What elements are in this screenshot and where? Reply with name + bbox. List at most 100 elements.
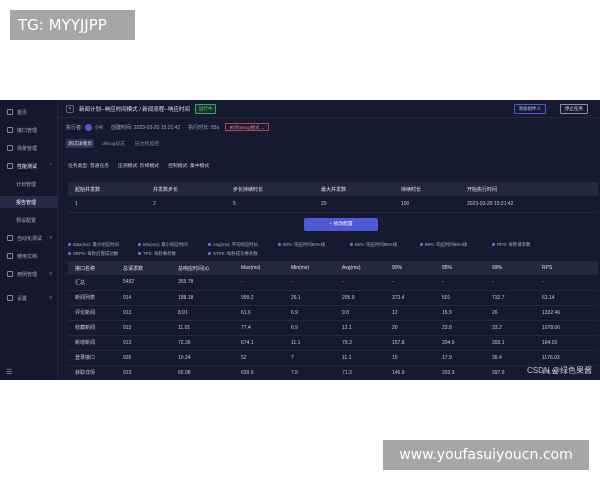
table-cell: 8.91 <box>171 305 234 321</box>
table-cell: 新闻列表 <box>68 290 116 306</box>
table-cell: 913 <box>116 320 171 336</box>
table-cell: 11.1 <box>284 335 335 351</box>
legend-text: TPS: 每秒事务数 <box>143 251 176 256</box>
executor-name: 小R <box>94 124 104 131</box>
bullet-icon <box>208 243 211 247</box>
legend-text: 95%: 响应时间95%线 <box>355 242 397 247</box>
table-cell: 11.01 <box>171 320 234 336</box>
case-icon <box>7 271 13 277</box>
header-bar: < 新闻计划--响应时间模式 / 新闻流程--响应时间 运行中 添加组件人 停止… <box>58 100 600 118</box>
legend-item: 99%: 响应时间99%线 <box>420 242 467 248</box>
table-cell: - <box>535 275 598 291</box>
table-cell: 639.9 <box>234 365 284 380</box>
control-mode: 控制模式: 集中模式 <box>168 164 210 169</box>
table-cell: 913 <box>116 365 171 380</box>
table-cell: 登录接口 <box>68 350 116 366</box>
page: TG: MYYJJPP 首页 接口管理 场景管理 性能测试 ^ 计划管理 报告管… <box>0 0 600 480</box>
table-row: 新闻列表 914 188.18 999.2 26.1 205.9 373.4 501 732.7… <box>68 290 598 306</box>
table-cell: 61.6 <box>234 305 284 321</box>
tg-badge: TG: MYYJJPP <box>10 10 135 40</box>
sidebar-subitem-plan[interactable]: 计划管理 <box>0 178 58 190</box>
tab-debug-log[interactable]: debug日志 <box>100 139 127 148</box>
sidebar-item-scene[interactable]: 场景管理 <box>0 142 58 154</box>
sidebar-item-api[interactable]: 接口管理 <box>0 124 58 136</box>
created-time: 创建时间: 2023-03-20 15:21:42 <box>111 124 181 131</box>
url-badge: www.youfasuiyoucn.com <box>383 440 589 470</box>
column-header: 接口名称 <box>68 261 116 275</box>
table-header-row: 起始并发数 并发数步长 步长持续时长 最大并发数 持续时长 开始执行时间 <box>68 182 598 196</box>
metrics-legend: Max(ms): 最大响应时间 Min(ms): 最小响应时间 Avg(ms):… <box>68 242 598 260</box>
tab-test-detail[interactable]: 测试详情页 <box>66 139 94 148</box>
edit-config-button[interactable]: + 修改配置 <box>304 218 378 231</box>
column-header: Min(ms) <box>284 261 335 275</box>
column-header: 步长持续时长 <box>226 182 314 196</box>
bullet-icon <box>420 243 423 247</box>
table-cell: 926 <box>116 350 171 366</box>
table-cell: 2023-03-20 15:21:42 <box>460 196 598 213</box>
status-badge: 运行中 <box>194 103 217 114</box>
table-cell: 913 <box>116 335 171 351</box>
table-cell: 36.4 <box>485 350 535 366</box>
table-cell: 373.4 <box>385 290 435 306</box>
table-cell: 203.3 <box>435 365 485 380</box>
column-header: 最大并发数 <box>314 182 394 196</box>
table-row: 新增新闻 913 72.36 674.1 11.1 79.3 157.8 204.6 393.1… <box>68 335 598 351</box>
legend-text: Max(ms): 最大响应时间 <box>73 242 119 247</box>
sidebar-subitem-preset[interactable]: 预设配置 <box>0 214 58 226</box>
table-cell: 1332.46 <box>535 305 598 321</box>
sidebar-subitem-report[interactable]: 报告管理 <box>0 196 58 208</box>
sidebar-item-performance[interactable]: 性能测试 ^ <box>0 160 58 172</box>
legend-item: SRPS: 每秒启警成功数 <box>68 251 118 257</box>
table-cell: 11.1 <box>335 350 385 366</box>
table-cell: 26.1 <box>284 290 335 306</box>
column-header: 95% <box>435 261 485 275</box>
table-cell: - <box>435 275 485 291</box>
api-icon <box>7 127 13 133</box>
legend-text: RPS: 每秒请求数 <box>497 242 531 247</box>
detail-tabs: 测试详情页 debug日志 压力机监控 <box>66 138 167 149</box>
breadcrumb: 新闻计划--响应时间模式 / 新闻流程--响应时间 <box>79 106 190 113</box>
watermark: CSDN @绿色果酱 <box>526 366 592 375</box>
back-button[interactable]: < <box>66 104 74 113</box>
column-header: 开始执行时间 <box>460 182 598 196</box>
add-component-button[interactable]: 添加组件人 <box>513 104 546 114</box>
column-header: 持续时长 <box>394 182 460 196</box>
execution-duration: 执行时长: 55s <box>188 124 220 131</box>
table-row: 登录接口 926 10.24 52 7 11.1 15 17.9 36.4 1176.03 <box>68 350 598 366</box>
stop-task-button[interactable]: 停止任务 <box>560 104 588 114</box>
sidebar-item-label: 自动化测试 <box>17 235 43 242</box>
table-cell: 9.8 <box>335 305 385 321</box>
menu-toggle-icon[interactable]: ☰ <box>6 368 12 376</box>
legend-item: Avg(ms): 平均响应时长 <box>208 242 258 248</box>
main-content: < 新闻计划--响应时间模式 / 新闻流程--响应时间 运行中 添加组件人 停止… <box>58 100 600 380</box>
sidebar-item-settings[interactable]: 设置 v <box>0 292 58 304</box>
table-cell: 20 <box>385 320 435 336</box>
bullet-icon <box>492 243 495 247</box>
chevron-down-icon: v <box>49 295 53 301</box>
table-cell: 收藏新闻 <box>68 320 116 336</box>
automation-icon <box>7 235 13 241</box>
tab-machine-monitor[interactable]: 压力机监控 <box>133 139 161 148</box>
sidebar-item-label: 场景管理 <box>17 145 38 152</box>
sidebar-item-cases[interactable]: 用例管理 v <box>0 268 58 280</box>
table-cell: 188.18 <box>171 290 234 306</box>
debug-mode-select[interactable]: 关闭debug模式 ⌄ <box>225 123 269 131</box>
table-cell: 72.36 <box>171 335 234 351</box>
table-cell: 157.8 <box>385 335 435 351</box>
table-cell: 77.4 <box>234 320 284 336</box>
table-cell: 1078.06 <box>535 320 598 336</box>
sidebar-item-automation[interactable]: 自动化测试 v <box>0 232 58 244</box>
table-cell: 6.9 <box>284 320 335 336</box>
table-cell: 999.2 <box>234 290 284 306</box>
task-type: 任务类型: 普通任务 <box>68 164 110 169</box>
app-window: 首页 接口管理 场景管理 性能测试 ^ 计划管理 报告管理 预设配置 自动化测试… <box>0 100 600 380</box>
table-cell: 2 <box>146 196 226 213</box>
column-header: 99% <box>485 261 535 275</box>
table-cell: 1176.03 <box>535 350 598 366</box>
legend-text: 90%: 响应时间90%线 <box>283 242 325 247</box>
sidebar-item-label: 接口管理 <box>17 127 38 134</box>
table-cell: 52 <box>234 350 284 366</box>
sidebar-item-docs[interactable]: 使用文档 <box>0 250 58 262</box>
avatar <box>85 123 93 131</box>
sidebar-item-home[interactable]: 首页 <box>0 106 58 118</box>
